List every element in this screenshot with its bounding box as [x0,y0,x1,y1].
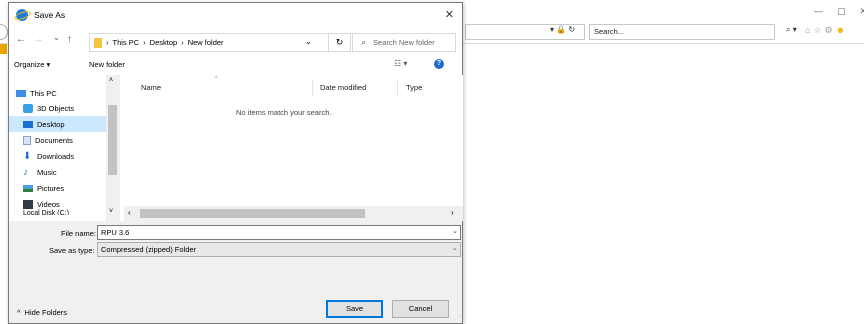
internet-explorer-icon [16,9,28,21]
scrollbar-thumb[interactable] [140,209,365,218]
file-name-field[interactable]: RPU 3.6 [97,225,461,240]
scroll-right-icon[interactable]: › [451,208,454,217]
refresh-button[interactable]: ↻ [329,33,351,52]
help-icon[interactable]: ? [434,59,444,69]
dialog-title: Save As [34,10,66,20]
save-as-dialog: Save As ✕ ← → ⌄ ↑ › This PC › Desktop › … [8,2,463,324]
chevron-down-icon[interactable]: ⌄ [305,37,312,46]
sidebar-item-local-disk[interactable]: Local Disk (C:) [23,209,69,215]
sidebar-item-label: Videos [37,199,60,209]
cube-icon [23,103,33,113]
home-icon[interactable]: ⌂ [805,25,810,36]
document-icon [23,135,31,145]
breadcrumb-new-folder[interactable]: New folder [188,38,224,47]
computer-icon [16,89,26,97]
sidebar-item-documents[interactable]: Documents [9,132,106,148]
column-header-type[interactable]: Type [406,83,422,92]
cancel-button[interactable]: Cancel [392,300,449,318]
up-arrow-icon[interactable]: ↑ [67,34,72,45]
pictures-icon [23,184,33,192]
scroll-left-icon[interactable]: ‹ [128,208,131,217]
breadcrumb-separator: › [143,38,146,47]
sidebar-item-label: Music [37,167,57,177]
sidebar-item-this-pc[interactable]: This PC [9,85,106,101]
resize-grip-icon[interactable]: ⋰ [454,314,461,322]
feedback-smiley-icon[interactable]: ☻ [836,25,845,36]
scrollbar-thumb[interactable] [108,105,117,175]
minimize-icon[interactable]: — [814,6,823,17]
search-placeholder: Search New folder [373,38,435,47]
sidebar-item-label: Desktop [37,119,65,129]
breadcrumb-desktop[interactable]: Desktop [150,38,178,47]
empty-message: No items match your search. [236,108,332,117]
sidebar-item-label: Documents [35,135,73,145]
save-as-type-label: Save as type: [49,246,95,255]
sort-caret-icon: ^ [215,76,218,82]
sidebar-item-label: 3D Objects [37,103,75,113]
file-list-horizontal-scrollbar[interactable]: ‹ › [124,206,463,221]
sidebar-item-downloads[interactable]: ⬇ Downloads [9,148,106,164]
breadcrumb-separator: › [181,38,184,47]
column-divider[interactable] [397,81,398,95]
sidebar-item-label: Downloads [37,151,75,161]
file-name-label: File name: [61,229,97,238]
view-options-icon[interactable]: ☷ ▾ [394,59,407,68]
restore-icon[interactable]: ▢ [837,6,846,17]
organize-button[interactable]: Organize ▾ [14,60,50,69]
back-arrow-icon[interactable]: ← [16,34,26,45]
breadcrumb[interactable]: › This PC › Desktop › New folder [89,33,329,52]
save-button[interactable]: Save [326,300,383,318]
video-icon [23,199,33,209]
breadcrumb-separator: › [106,38,109,47]
search-input[interactable]: ⌕ Search New folder [352,33,456,52]
gear-icon[interactable]: ⚙ [825,25,833,36]
forward-arrow-icon[interactable]: → [33,34,43,45]
command-bar: Organize ▾ New folder ☷ ▾ ? [9,55,462,75]
browser-search-dropdown-icon[interactable]: ⌕ ▾ [786,25,797,35]
browser-tab-icon [0,44,7,54]
chevron-down-icon[interactable]: ⌄ [452,227,458,235]
refresh-icon: ↻ [335,37,344,47]
sidebar-item-pictures[interactable]: Pictures [9,180,106,196]
new-folder-button[interactable]: New folder [89,60,125,69]
browser-toolbar-icons: ⌂ ☆ ⚙ ☻ [805,25,845,36]
sidebar-item-3d-objects[interactable]: 3D Objects [9,100,106,116]
browser-window-controls: — ▢ ✕ [814,6,864,17]
close-icon[interactable]: ✕ [445,8,454,21]
folder-icon [94,37,102,48]
close-icon[interactable]: ✕ [860,6,864,17]
recent-locations-chevron-icon[interactable]: ⌄ [53,33,60,42]
column-divider[interactable] [312,81,313,95]
hide-folders-label: Hide Folders [24,308,68,317]
search-icon: ⌕ [361,37,367,47]
browser-address-icons[interactable]: ▾ 🔒 ↻ [550,25,575,34]
download-arrow-icon: ⬇ [23,150,32,162]
desktop-icon [23,120,33,128]
favorites-star-icon[interactable]: ☆ [813,25,821,36]
scroll-down-icon[interactable]: ˅ [109,208,113,215]
sidebar-item-label: This PC [30,88,57,98]
column-header-name[interactable]: Name [141,83,161,92]
dialog-title-bar[interactable]: Save As ✕ [9,3,462,27]
sidebar-item-desktop[interactable]: Desktop [9,116,106,132]
sidebar-item-label: Pictures [37,183,65,193]
browser-search-input[interactable]: Search... [589,24,775,40]
chevron-down-icon[interactable]: ⌄ [452,244,458,252]
file-list[interactable]: ^ Name Date modified Type No items match… [124,75,463,221]
scroll-up-icon[interactable]: ˄ [109,77,113,84]
navigation-bar: ← → ⌄ ↑ › This PC › Desktop › New folder… [9,27,462,55]
navigation-pane-scrollbar[interactable]: ˄ ˅ [106,75,120,221]
breadcrumb-this-pc[interactable]: This PC [113,38,140,47]
save-as-type-select[interactable]: Compressed (zipped) Folder [97,242,461,257]
navigation-pane: This PC 3D Objects Desktop Documents ⬇ D… [9,75,124,221]
column-header-date-modified[interactable]: Date modified [320,83,366,92]
hide-folders-button[interactable]: ^ Hide Folders [17,308,67,317]
sidebar-item-music[interactable]: ♪ Music [9,164,106,180]
music-note-icon: ♪ [23,166,28,178]
chevron-up-icon: ^ [17,308,21,317]
